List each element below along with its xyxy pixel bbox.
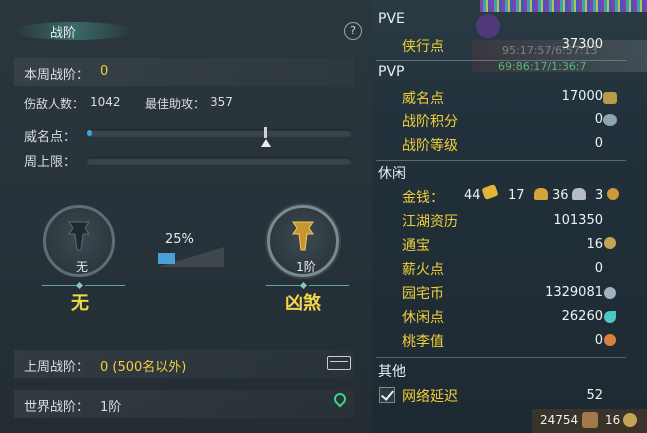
bottom-item-icon (582, 412, 598, 428)
tongbao-label: 通宝 (402, 238, 430, 254)
battle-level-label: 战阶等级 (402, 138, 458, 154)
battle-score-value: 0 (594, 112, 603, 127)
battle-level-value: 0 (594, 136, 603, 151)
currency-panel: 95:17:57/6:57:13 69:86:17/1:36:7 PVE 侠行点… (372, 0, 647, 433)
bottom-coin-icon (623, 413, 637, 427)
weekly-cap-label: 周上限： (24, 155, 77, 170)
leisure-leaf-icon (604, 311, 616, 323)
pve-header: PVE (378, 11, 405, 27)
prestige-bar (86, 127, 352, 147)
assist-value: 357 (210, 95, 233, 109)
background-green-text: 69:86:17/1:36:7 (498, 60, 587, 73)
background-scene-strip (480, 0, 647, 12)
jianghu-label: 江湖资历 (402, 214, 458, 230)
current-rank-name: 无 (71, 293, 89, 314)
peach-value: 0 (594, 333, 603, 348)
prestige-icon (603, 92, 617, 104)
rank-flag-gold-icon (292, 221, 314, 251)
next-rank-emblem: 1阶 (267, 205, 339, 277)
firewood-value: 0 (594, 261, 603, 276)
latency-value: 52 (586, 388, 603, 403)
assist-label: 最佳助攻： (145, 97, 206, 111)
prestige-points-label: 威名点 (402, 91, 444, 107)
divider-diamond (75, 281, 84, 290)
jianghu-value: 101350 (553, 213, 603, 228)
chivalry-label: 侠行点 (402, 39, 444, 55)
money-copper-value: 3 (595, 188, 604, 203)
rank-flag-icon (68, 221, 90, 251)
weekly-rank-row: 本周战阶： 0 (14, 58, 354, 86)
rank-progress-percent: 25% (165, 232, 194, 247)
firewood-label: 薪火点 (402, 262, 444, 278)
next-rank-sub: 1阶 (296, 260, 316, 274)
garden-coin-icon (604, 287, 616, 299)
world-rank-value: 1阶 (100, 400, 122, 415)
rank-progress-fill (158, 253, 175, 264)
coin-icon (607, 188, 619, 200)
tongbao-coin-icon (604, 237, 616, 249)
last-week-row: 上周战阶： 0 (500名以外) (14, 350, 354, 378)
last-week-label: 上周战阶： (24, 360, 90, 375)
bottom-value-a: 24754 (540, 413, 579, 427)
silver-ingot-icon (534, 188, 548, 200)
chivalry-value: 37300 (561, 37, 603, 52)
current-rank-emblem: 无 (43, 205, 115, 277)
tongbao-value: 16 (586, 237, 603, 252)
weekly-cap-bar (86, 157, 352, 165)
divider-diamond (299, 281, 308, 290)
bottom-value-b: 16 (605, 413, 621, 427)
copper-ingot-icon (572, 188, 586, 200)
section-divider (376, 60, 626, 61)
section-divider (376, 357, 626, 358)
background-character-icon (476, 14, 500, 38)
divider-line (85, 285, 125, 286)
section-divider (376, 160, 626, 161)
peach-label: 桃李值 (402, 334, 444, 350)
battle-rank-panel: 战阶 ? 本周战阶： 0 伤敌人数： 1042 最佳助攻： 357 威名点： 周… (0, 0, 372, 433)
reward-chest-icon[interactable] (327, 356, 351, 370)
garden-value: 1329081 (545, 285, 603, 300)
panel-title: 战阶 (50, 26, 77, 41)
garden-label: 园宅币 (402, 286, 444, 302)
prestige-cap-marker (264, 127, 267, 138)
latency-checkbox[interactable] (379, 387, 395, 403)
weekly-rank-value: 0 (100, 64, 109, 79)
money-silver-b-value: 36 (552, 188, 569, 203)
prestige-points-value: 17000 (561, 89, 603, 104)
prestige-marker-arrow (261, 139, 271, 147)
prestige-label: 威名点： (24, 130, 77, 145)
money-label: 金钱： (402, 190, 444, 206)
next-rank-name: 凶煞 (285, 293, 321, 314)
last-week-value: 0 (500名以外) (100, 360, 187, 375)
prestige-bar-fill (87, 130, 92, 136)
money-gold-value: 44 (464, 188, 481, 203)
money-silver-a-value: 17 (508, 188, 525, 203)
leisure-header: 休闲 (378, 166, 406, 182)
leisure-points-label: 休闲点 (402, 310, 444, 326)
other-header: 其他 (378, 364, 406, 380)
world-rank-row: 世界战阶： 1阶 (14, 390, 354, 418)
leisure-points-value: 26260 (561, 309, 603, 324)
kills-value: 1042 (90, 95, 121, 109)
divider-line (309, 285, 349, 286)
world-rank-label: 世界战阶： (24, 400, 90, 415)
gold-ingot-icon (481, 183, 499, 201)
current-rank-sub: 无 (75, 260, 88, 274)
peach-icon (604, 334, 616, 346)
help-button[interactable]: ? (344, 22, 362, 40)
latency-label: 网络延迟 (402, 389, 458, 405)
kills-label: 伤敌人数： (24, 97, 85, 111)
weekly-rank-label: 本周战阶： (24, 68, 90, 83)
panel-header: 战阶 ? (0, 0, 372, 50)
battle-score-icon (603, 114, 617, 126)
pvp-header: PVP (378, 64, 405, 80)
battle-score-label: 战阶积分 (402, 114, 458, 130)
